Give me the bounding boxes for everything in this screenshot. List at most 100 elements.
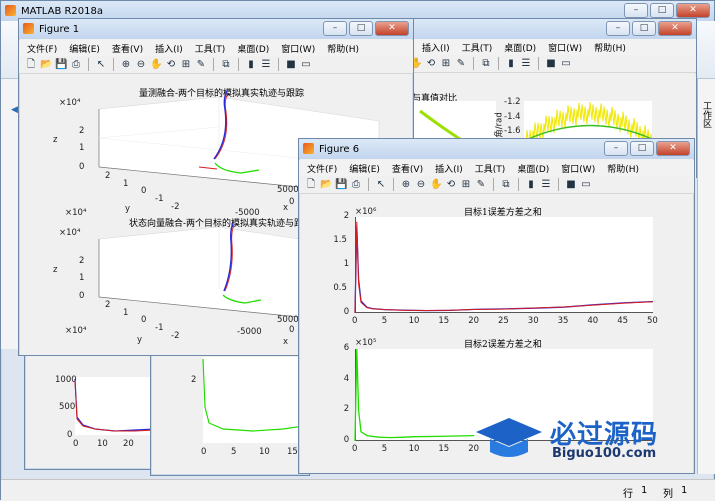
legend-icon[interactable]: ☰	[520, 58, 532, 70]
status-bar: 行 1 列 1	[1, 479, 715, 501]
figure6-top-exponent: ×10⁶	[355, 207, 377, 217]
f6top-series-0	[354, 226, 654, 314]
back-menu-item-4[interactable]: 帮助(H)	[594, 41, 626, 54]
back-menu-item-0[interactable]: 插入(I)	[422, 41, 450, 54]
figure6-menu-item-3[interactable]: 插入(I)	[435, 162, 463, 175]
figure6-menu-item-7[interactable]: 帮助(H)	[607, 162, 639, 175]
colorbar-icon[interactable]: ▮	[505, 58, 517, 70]
f6-print-icon[interactable]: ⎙	[350, 179, 362, 191]
figure1-bottom-x-tick-2: 0	[289, 325, 295, 335]
figure1-bottom-y-tick-1: 2	[105, 300, 111, 310]
f6-pan-hand-icon[interactable]: ✋	[430, 179, 442, 191]
matlab-app-icon	[5, 5, 16, 16]
f6bot-ytick-3: 0	[343, 435, 350, 445]
figure6-minimize-button[interactable]: –	[604, 141, 628, 156]
middle-back-figure-window[interactable]: 2 0 5 10 15	[150, 340, 312, 476]
f6top-ytick-3: 0.5	[333, 283, 347, 293]
f6top-xtick-5: 25	[498, 316, 509, 326]
figure6-maximize-button[interactable]: □	[630, 141, 654, 156]
figure1-bottom-y-tick-4: -1	[155, 323, 164, 333]
f6top-ytick-0: 2	[343, 211, 350, 221]
brush-icon[interactable]: ✎	[455, 58, 467, 70]
show-tools-icon[interactable]: ▭	[560, 58, 572, 70]
f6bot-ytick-2: 2	[343, 404, 350, 415]
f6top-ytick-1: 1.5	[333, 235, 347, 245]
f6-link-plot-icon[interactable]: ⧉	[500, 179, 512, 191]
middle-back-plot	[202, 358, 312, 432]
f6-brush-icon[interactable]: ✎	[475, 179, 487, 191]
workspace-side-tab[interactable]: 工作区	[699, 101, 713, 128]
figure6-menu-item-1[interactable]: 编辑(E)	[349, 162, 380, 175]
figure6-top-plot	[354, 221, 654, 314]
figure1-bottom-x-label: x	[283, 337, 289, 347]
f6top-xtick-7: 35	[557, 316, 569, 326]
figure6-menu-item-6[interactable]: 窗口(W)	[561, 162, 595, 175]
small-left-ytick-1: 1000	[55, 375, 77, 385]
left-nav-back-icon[interactable]: ◀	[11, 105, 18, 115]
figure1-bottom-z-label: z	[53, 265, 58, 275]
back-maximize-button[interactable]: □	[632, 21, 656, 36]
f6-datatip-icon[interactable]: ⊞	[460, 179, 472, 191]
f6-colorbar-icon[interactable]: ▮	[525, 179, 537, 191]
f6-rotate3d-icon[interactable]: ⟲	[445, 179, 457, 191]
datatip-icon[interactable]: ⊞	[440, 58, 452, 70]
f6top-xtick-4: 20	[468, 316, 480, 326]
hide-tools-icon[interactable]: ■	[545, 58, 557, 70]
f6-select-arrow-icon[interactable]: ↖	[375, 179, 387, 191]
f6-zoom-out-icon[interactable]: ⊖	[415, 179, 427, 191]
middle-back-xtick-3: 10	[259, 447, 270, 457]
minimize-button[interactable]: –	[624, 3, 648, 18]
back-menu-item-2[interactable]: 桌面(D)	[504, 41, 536, 54]
f6bot-xtick-0: 0	[352, 444, 358, 454]
back-ylabel: 角/rad	[494, 112, 505, 138]
status-col-value: 1	[681, 485, 688, 496]
middle-back-xtick-2: 5	[231, 447, 237, 457]
figure6-title: Figure 6	[319, 143, 360, 155]
f6-open-folder-icon[interactable]: 📂	[320, 179, 332, 191]
back-ytick-1: -1.2	[504, 97, 521, 107]
watermark-cap-icon	[476, 418, 542, 457]
f6top-xtick-3: 15	[438, 316, 450, 326]
f6-save-icon[interactable]: 💾	[335, 179, 347, 191]
small-left-plot	[74, 378, 156, 432]
f6top-xtick-10: 50	[647, 316, 658, 326]
f6-legend-icon[interactable]: ☰	[540, 179, 552, 191]
figure6-menu-item-5[interactable]: 桌面(D)	[517, 162, 549, 175]
back-close-button[interactable]: ✕	[658, 21, 692, 36]
figure6-menu-item-2[interactable]: 查看(V)	[392, 162, 423, 175]
f6-zoom-in-icon[interactable]: ⊕	[400, 179, 412, 191]
f6-hide-tools-icon[interactable]: ■	[565, 179, 577, 191]
maximize-button[interactable]: □	[650, 3, 674, 18]
status-row-label: 行	[623, 489, 633, 500]
small-left-xtick-1: 0	[73, 439, 79, 449]
rotate-icon[interactable]: ⟲	[425, 58, 437, 70]
middle-back-xtick-1: 0	[201, 447, 207, 457]
f6-new-file-icon[interactable]: 🗋	[305, 179, 317, 191]
f6bot-ytick-1: 4	[343, 373, 350, 384]
figure1-bottom-y-tick-5: -2	[171, 331, 180, 341]
figure6-menu-bar: 文件(F) 编辑(E) 查看(V) 插入(I) 工具(T) 桌面(D) 窗口(W) 帮助(H)	[299, 160, 694, 176]
figure6-menu-item-0[interactable]: 文件(F)	[307, 162, 337, 175]
figure6-app-icon	[303, 143, 314, 154]
lower-left-figure-window[interactable]: 1000 500 0 0 10 20	[24, 352, 156, 470]
f6top-xtick-6: 30	[527, 316, 539, 326]
back-menu-item-1[interactable]: 工具(T)	[462, 41, 493, 54]
figure6-menu-item-4[interactable]: 工具(T)	[475, 162, 506, 175]
figure1-bottom-x-tick-1: -5000	[237, 327, 262, 337]
figure1-bottom-y-tick-2: 1	[123, 308, 129, 318]
close-button[interactable]: ✕	[676, 3, 710, 18]
matlab-title: MATLAB R2018a	[21, 5, 104, 17]
back-minimize-button[interactable]: –	[606, 21, 630, 36]
figure1-bottom-z-tick-1: 2	[79, 256, 85, 266]
figure1-bottom-y-tick-3: 0	[141, 315, 147, 325]
middle-back-xtick-4: 15	[287, 447, 298, 457]
status-col-label: 列	[663, 489, 673, 500]
f6-show-tools-icon[interactable]: ▭	[580, 179, 592, 191]
figure6-close-button[interactable]: ✕	[656, 141, 690, 156]
f6top-xtick-1: 5	[381, 316, 388, 326]
small-left-ytick-3: 0	[67, 430, 73, 440]
link-icon[interactable]: ⧉	[480, 58, 492, 70]
right-panel	[697, 79, 715, 474]
figure1-bottom-z-exponent: ×10⁴	[59, 228, 81, 238]
back-menu-item-3[interactable]: 窗口(W)	[548, 41, 582, 54]
